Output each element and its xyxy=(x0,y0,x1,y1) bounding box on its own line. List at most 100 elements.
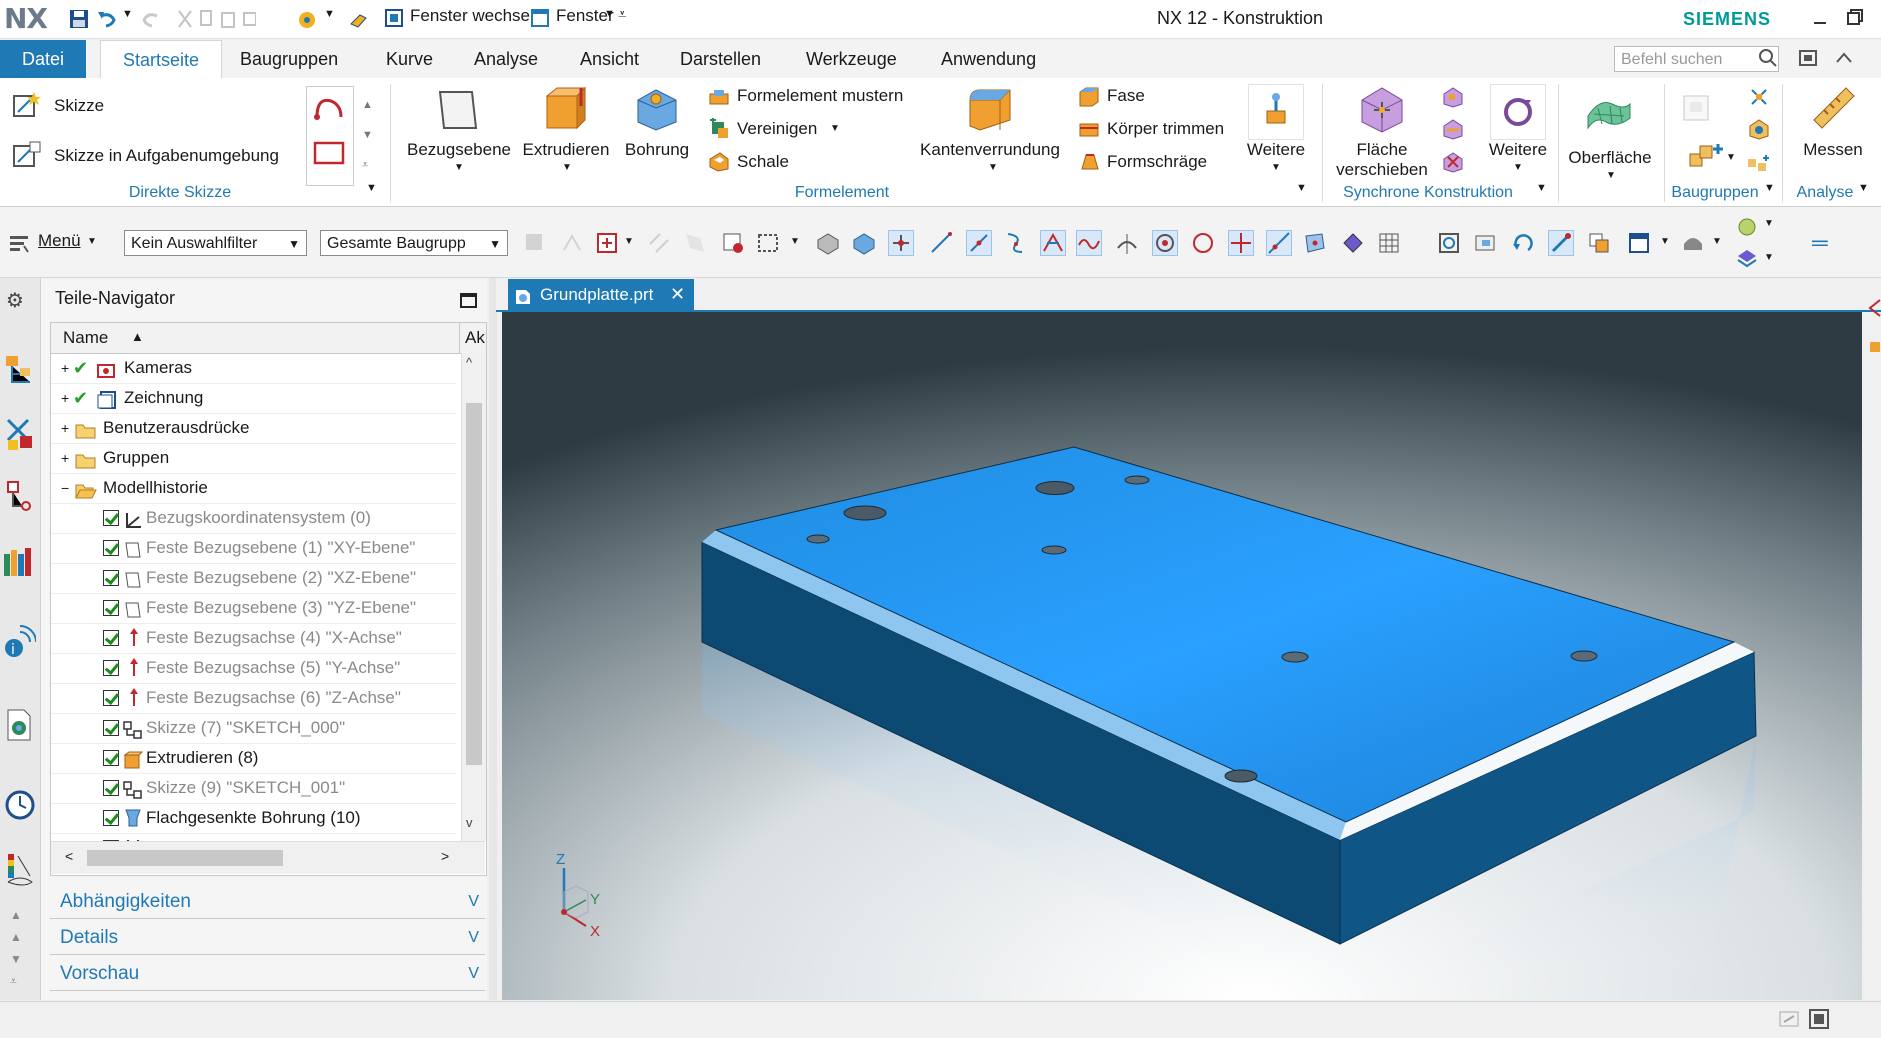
scrollbar-thumb[interactable] xyxy=(466,403,482,765)
expand-icon[interactable]: + xyxy=(61,413,69,443)
scroll-left-icon[interactable]: < xyxy=(65,848,73,864)
assembly-navigator-tab-icon[interactable] xyxy=(4,352,34,388)
save-icon[interactable] xyxy=(68,8,90,30)
toolbar-overflow-icon[interactable]: ═ xyxy=(1812,230,1828,256)
snap-end-point-icon[interactable] xyxy=(888,230,914,256)
collapse-icon[interactable]: − xyxy=(61,473,69,503)
undo-icon[interactable] xyxy=(96,8,118,30)
shell-button[interactable]: Schale xyxy=(737,152,789,172)
sketch-curve-gallery[interactable] xyxy=(306,86,354,186)
menu-dropdown-icon[interactable]: ▼ xyxy=(87,236,97,247)
visibility-checkbox[interactable] xyxy=(103,690,119,706)
extrude-icon[interactable] xyxy=(541,86,589,137)
snap-point-on-face-icon[interactable] xyxy=(1302,230,1328,256)
search-icon[interactable] xyxy=(1758,48,1778,68)
trim-body-icon[interactable] xyxy=(1078,118,1100,140)
snap-body-icon[interactable] xyxy=(850,230,876,256)
maximize-panel-icon[interactable] xyxy=(460,292,478,310)
restore-icon[interactable] xyxy=(1846,8,1864,26)
tab-kurve[interactable]: Kurve xyxy=(386,40,433,78)
reuse-library-tab-icon[interactable] xyxy=(2,544,36,580)
tree-row-datum-csys[interactable]: Bezugskoordinatensystem (0) xyxy=(51,503,456,534)
sketch-icon[interactable] xyxy=(12,90,42,120)
hole-icon[interactable] xyxy=(634,86,680,137)
snap-arc-center-icon[interactable] xyxy=(1152,230,1178,256)
rendering-style-icon[interactable] xyxy=(1626,230,1652,256)
select-body-icon[interactable] xyxy=(720,230,746,256)
tree-row-datum-plane-yz[interactable]: Feste Bezugsebene (3) "YZ-Ebene" xyxy=(51,593,456,624)
surface-dropdown-icon[interactable]: ▼ xyxy=(1606,170,1616,181)
visibility-checkbox[interactable] xyxy=(103,510,119,526)
more-sync-dropdown-icon[interactable]: ▼ xyxy=(1513,162,1523,173)
rectangle-select-icon[interactable] xyxy=(756,230,782,256)
menu-button[interactable]: Menü xyxy=(38,231,81,251)
sketch-task-button[interactable]: Skizze in Aufgabenumgebung xyxy=(54,146,279,166)
move-face-button[interactable]: Fläche verschieben xyxy=(1326,140,1438,180)
hole-button[interactable]: Bohrung xyxy=(617,140,697,160)
tab-darstellen[interactable]: Darstellen xyxy=(680,40,761,78)
surface-icon[interactable] xyxy=(1584,94,1634,139)
snap-dropdown-icon[interactable]: ▼ xyxy=(624,236,634,247)
visibility-checkbox[interactable] xyxy=(103,540,119,556)
pattern-feature-icon[interactable] xyxy=(708,86,730,108)
undo-dropdown-icon[interactable]: ▼ xyxy=(122,8,133,20)
scroll-right-icon[interactable]: > xyxy=(441,848,449,864)
snap-existing-point-icon[interactable] xyxy=(1228,230,1254,256)
tab-werkzeuge[interactable]: Werkzeuge xyxy=(806,40,897,78)
right-edge-icons[interactable] xyxy=(1866,296,1881,366)
visibility-checkbox[interactable] xyxy=(103,660,119,676)
tree-row-counterbore-hole[interactable]: Flachgesenkte Bohrung (10) xyxy=(51,803,456,834)
resource-bar-scroll-icon[interactable]: ▲ ▲ ▼ ⩡ xyxy=(10,904,22,992)
shell-icon[interactable] xyxy=(708,151,730,173)
zoom-window-icon[interactable] xyxy=(1472,230,1498,256)
snap-point-on-curve-icon[interactable] xyxy=(1266,230,1292,256)
group-analysis-expand-icon[interactable]: ▼ xyxy=(1858,182,1869,194)
unite-button[interactable]: Vereinigen xyxy=(737,119,817,139)
sketch-button[interactable]: Skizze xyxy=(54,96,104,116)
h-scrollbar-thumb[interactable] xyxy=(87,850,283,866)
group-assemblies-expand-icon[interactable]: ▼ xyxy=(1764,182,1775,194)
tree-row-datum-axis-x[interactable]: Feste Bezugsachse (4) "X-Achse" xyxy=(51,623,456,654)
group-sync-expand-icon[interactable]: ▼ xyxy=(1536,182,1547,194)
sync-pull-face-icon[interactable] xyxy=(1442,86,1464,108)
document-tab[interactable]: Grundplatte.prt ✕ xyxy=(508,279,694,310)
new-component-icon[interactable] xyxy=(1746,151,1772,173)
more-sync-button[interactable]: Weitere xyxy=(1478,140,1558,160)
full-screen-status-icon[interactable] xyxy=(1808,1008,1830,1030)
visibility-checkbox[interactable] xyxy=(103,750,119,766)
more-features-dropdown-icon[interactable]: ▼ xyxy=(1271,162,1281,173)
snap-line-icon[interactable] xyxy=(928,230,954,256)
tab-startseite[interactable]: Startseite xyxy=(100,40,222,79)
tree-row-sketch-001[interactable]: Skizze (9) "SKETCH_001" xyxy=(51,773,456,804)
extrude-dropdown-icon[interactable]: ▼ xyxy=(562,162,572,173)
tree-row-simple-hole[interactable]: Einfache Bohrung (11) xyxy=(51,833,456,841)
expand-icon[interactable]: + xyxy=(61,353,69,383)
graphics-viewport[interactable]: Z Y X xyxy=(502,312,1862,1000)
touch-dropdown-icon[interactable]: ▼ xyxy=(324,8,335,20)
touch-mode-icon[interactable] xyxy=(296,8,318,30)
history-palette-tab-icon[interactable] xyxy=(4,708,34,742)
snap-point-icon[interactable] xyxy=(594,230,620,256)
group-feature-expand-icon[interactable]: ▼ xyxy=(1296,182,1307,194)
tree-horizontal-scrollbar[interactable]: < > xyxy=(51,841,485,874)
datum-plane-button[interactable]: Bezugsebene xyxy=(404,140,514,160)
panel-details[interactable]: Details V xyxy=(50,922,485,955)
close-icon[interactable]: ✕ xyxy=(670,279,685,310)
tree-row-datum-plane-xy[interactable]: Feste Bezugsebene (1) "XY-Ebene" xyxy=(51,533,456,564)
tab-datei[interactable]: Datei xyxy=(0,40,86,78)
selection-info-icon[interactable] xyxy=(1778,1008,1800,1030)
scroll-up-icon[interactable]: ^ xyxy=(466,355,472,370)
snap-intersection-icon[interactable] xyxy=(1040,230,1066,256)
expand-icon[interactable]: + xyxy=(61,383,69,413)
part-navigator-tab-icon[interactable] xyxy=(4,478,34,514)
edit-section-dropdown-icon[interactable]: ▼ xyxy=(1712,236,1722,247)
draft-button[interactable]: Formschräge xyxy=(1107,152,1207,172)
snap-control-point-icon[interactable] xyxy=(1002,230,1028,256)
tree-row-datum-axis-y[interactable]: Feste Bezugsachse (5) "Y-Achse" xyxy=(51,653,456,684)
unite-dropdown-icon[interactable]: ▼ xyxy=(830,123,840,134)
customize-icon[interactable] xyxy=(348,8,370,30)
column-header-extra[interactable]: Ak xyxy=(465,328,485,348)
color-sphere-icon[interactable] xyxy=(1736,216,1758,238)
group-expand-icon[interactable]: ▼ xyxy=(366,182,377,194)
assembly-scope-select[interactable]: Gesamte Baugrupp ▼ xyxy=(320,230,508,256)
